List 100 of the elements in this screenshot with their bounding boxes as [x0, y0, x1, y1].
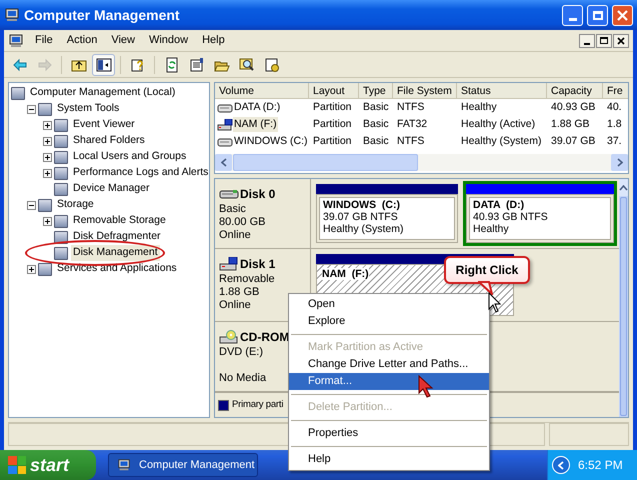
tree-item[interactable]: Disk Defragmenter [71, 229, 163, 245]
disk-name: Disk 1 [240, 256, 276, 273]
table-cell-text: 37. [607, 134, 622, 149]
console-icon [54, 166, 68, 180]
show-hidden-icons-button[interactable] [552, 456, 570, 474]
disk-detail: Online [219, 229, 252, 242]
disk-detail: Basic [219, 203, 247, 216]
menu-item[interactable]: Properties [289, 425, 489, 442]
console-icon [54, 118, 68, 132]
menu-item[interactable]: Help [195, 32, 232, 49]
expand-button[interactable] [27, 264, 36, 274]
tree-item[interactable]: Services and Applications [55, 261, 179, 277]
partition-block[interactable]: DATA (D:) 40.93 GB NTFS Healthy [463, 181, 617, 246]
table-cell-text: NTFS [397, 100, 424, 115]
panel-icon[interactable] [92, 54, 115, 76]
partition-name: NAM (F:) [322, 268, 369, 280]
disk-name: CD-ROM [240, 329, 290, 346]
column-header[interactable]: Fre [603, 83, 628, 98]
start-button[interactable]: start [0, 450, 96, 480]
column-header[interactable]: Status [457, 83, 547, 98]
column-header[interactable]: Type [359, 83, 393, 98]
column-header[interactable]: File System [393, 83, 457, 98]
console-icon [54, 150, 68, 164]
expand-button[interactable] [43, 216, 52, 226]
callout-text: Right Click [456, 262, 518, 279]
scroll-right-button[interactable] [611, 154, 628, 171]
console-icon [54, 182, 68, 196]
partition-size: 39.07 GB NTFS [323, 211, 399, 223]
scroll-left-button[interactable] [215, 154, 232, 171]
maximize-button[interactable] [587, 4, 608, 26]
menu-item[interactable]: Change Drive Letter and Paths... [289, 356, 489, 373]
tree-item[interactable]: Performance Logs and Alerts [71, 165, 209, 181]
disk-detail: 1.88 GB [219, 286, 260, 299]
computer-icon [117, 458, 131, 472]
expand-button[interactable] [43, 120, 52, 130]
volume-name[interactable]: DATA (D:) [233, 100, 282, 116]
table-cell-text: 40. [607, 100, 622, 115]
expand-button[interactable] [43, 136, 52, 146]
scroll-thumb[interactable] [233, 154, 418, 171]
computer-icon [8, 32, 24, 48]
horizontal-scrollbar[interactable] [215, 154, 628, 171]
table-cell-text: Healthy (Active) [461, 116, 536, 132]
expand-button[interactable] [43, 152, 52, 162]
cd-drive-icon [219, 330, 239, 344]
tree-item[interactable]: Removable Storage [71, 213, 168, 229]
tree-item[interactable]: Storage [55, 197, 96, 213]
menu-item[interactable]: Window [142, 32, 196, 49]
menu-item[interactable]: Action [60, 32, 104, 49]
disk-detail: 80.00 GB [219, 216, 266, 229]
tree-item[interactable]: Local Users and Groups [71, 149, 188, 165]
pointer-icon [418, 375, 434, 399]
collapse-button[interactable] [27, 104, 36, 114]
computer-icon [4, 7, 20, 23]
disk-detail: Removable [219, 273, 276, 286]
collapse-button[interactable] [27, 200, 36, 210]
table-cell-text: 39.07 GB [551, 134, 596, 149]
scroll-thumb[interactable] [620, 197, 627, 416]
vertical-scrollbar[interactable] [619, 179, 628, 417]
disk-detail: Online [219, 299, 252, 312]
menu-item[interactable]: Help [289, 451, 489, 468]
close-icon [617, 10, 628, 20]
menu-item[interactable]: Format... [289, 373, 489, 390]
tree-item[interactable]: Shared Folders [71, 133, 147, 149]
volume-name[interactable]: NAM (F:) [233, 116, 278, 132]
console-icon [38, 102, 52, 116]
clock: 6:52 PM [578, 457, 623, 474]
tree-item[interactable]: Disk Management [71, 245, 160, 261]
column-header[interactable]: Capacity [547, 83, 603, 98]
drive-icon [217, 136, 233, 148]
partition-name: DATA (D:) [473, 199, 524, 211]
window-title: Computer Management [24, 6, 181, 25]
menu-item[interactable]: View [104, 32, 142, 49]
removable-drive-icon [217, 118, 233, 130]
close-button[interactable] [613, 34, 629, 48]
column-header[interactable]: Volume [215, 83, 309, 98]
console-icon [54, 214, 68, 228]
table-cell-text: Partition [313, 116, 352, 132]
restore-button[interactable] [596, 34, 612, 48]
tree-item[interactable]: Computer Management (Local) [28, 85, 178, 101]
column-header[interactable]: Layout [309, 83, 359, 98]
expand-button[interactable] [43, 168, 52, 178]
tree-item[interactable]: Device Manager [71, 181, 152, 197]
table-cell-text: Partition [313, 100, 352, 115]
table-cell-text: FAT32 [397, 116, 428, 132]
scroll-up-button[interactable] [619, 179, 628, 196]
tree-item[interactable]: System Tools [55, 101, 122, 117]
partition-size: 40.93 GB NTFS [473, 211, 549, 223]
console-icon [54, 134, 68, 148]
table-cell-text: Healthy [461, 100, 497, 115]
tree-item[interactable]: Event Viewer [71, 117, 137, 133]
table-cell-text: Partition [313, 134, 352, 149]
taskbar-button[interactable]: Computer Management [108, 453, 258, 477]
volume-name[interactable]: WINDOWS (C:) [233, 134, 308, 150]
console-icon [54, 246, 68, 260]
disk-detail: DVD (E:) [219, 346, 264, 359]
minimize-button[interactable] [579, 34, 595, 48]
table-cell-text: NTFS [397, 134, 424, 149]
menu-item[interactable]: File [28, 32, 60, 49]
table-cell-text: Basic [363, 100, 389, 115]
drive-icon [217, 102, 233, 114]
